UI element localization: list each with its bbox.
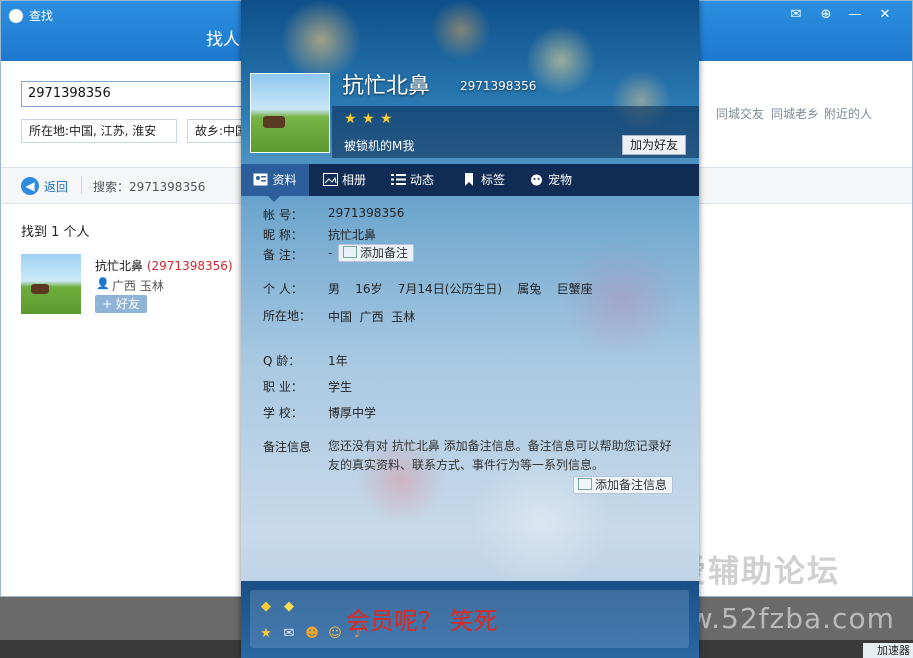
link-same-city-friends[interactable]: 同城交友 (716, 105, 764, 122)
tab-album-label: 相册 (342, 173, 367, 187)
search-query-label: 搜索：2971398356 (93, 180, 206, 194)
profile-details (241, 196, 699, 581)
remark-label: 备 注： (263, 248, 303, 262)
result-location: 广西 玉林 (112, 279, 164, 293)
link-same-city-hometown[interactable]: 同城老乡 (771, 105, 819, 122)
back-button[interactable]: 返回 (44, 178, 68, 195)
tab-album[interactable]: 相册 (323, 164, 366, 196)
feedback-icon[interactable]: ✉ (788, 7, 804, 23)
star-icon: ★ (344, 111, 357, 127)
add-remark-info-label: 添加备注信息 (595, 478, 668, 492)
note-icon (343, 246, 357, 258)
tab-pet[interactable]: 宠物 (529, 164, 572, 196)
tab-feed[interactable]: 动态 (391, 164, 434, 196)
note-icon (578, 478, 592, 490)
add-remark-button[interactable]: 添加备注 (338, 244, 415, 262)
location-select[interactable]: 所在地:中国, 江苏, 淮安 (21, 119, 177, 143)
profile-avatar[interactable] (250, 73, 330, 153)
pet-icon (529, 166, 544, 186)
hometown-select[interactable]: 故乡:中国 (187, 119, 243, 143)
location-select-value: 所在地:中国, 江苏, 淮安 (29, 124, 157, 138)
account-value: 2971398356 (328, 206, 405, 220)
school-value: 博厚中学 (328, 406, 377, 420)
back-arrow-icon[interactable]: ◀ (21, 177, 39, 195)
tab-feed-label: 动态 (410, 173, 435, 187)
remark-info-description: 您还没有对 抗忙北鼻 添加备注信息。备注信息可以帮助您记录好友的真实资料、联系方… (328, 439, 672, 472)
profile-header: 抗忙北鼻 2971398356 ★ ★ ★ 被锁机的M我 加为好友 (241, 0, 699, 164)
nickname-value: 抗忙北鼻 (328, 228, 377, 242)
mail-icon[interactable]: ✉ (282, 627, 296, 641)
profile-qq-number: 2971398356 (460, 79, 537, 93)
tab-info-label: 资料 (272, 173, 297, 187)
search-input[interactable]: 2971398356 (21, 81, 251, 107)
result-nickname: 抗忙北鼻 (95, 259, 144, 273)
minimize-button[interactable]: — (847, 7, 863, 23)
hometown-select-value: 故乡:中国 (195, 124, 243, 138)
account-label: 帐 号： (263, 208, 303, 222)
remark-info-label: 备注信息 (263, 440, 312, 454)
job-value: 学生 (328, 380, 353, 394)
close-button[interactable]: ✕ (877, 7, 893, 23)
qq-logo-icon (9, 9, 23, 23)
location-value: 中国 广西 玉林 (328, 310, 416, 324)
add-as-friend-button[interactable]: 加为好友 (622, 135, 686, 155)
id-card-icon (253, 166, 268, 186)
photo-icon (323, 166, 338, 186)
star-icon: ★ (380, 111, 393, 127)
diamond-icon[interactable]: ◆ (259, 600, 273, 614)
result-count: 找到 1 个人 (21, 225, 90, 240)
add-remark-label: 添加备注 (360, 246, 409, 260)
personal-value: 男 16岁 7月14日(公历生日) 属兔 巨蟹座 (328, 282, 593, 296)
person-icon: 👤 (96, 277, 110, 290)
job-label: 职 业： (263, 380, 303, 394)
accelerator-label[interactable]: 加速器 (863, 643, 913, 658)
personal-label: 个 人： (263, 282, 303, 296)
school-label: 学 校： (263, 406, 303, 420)
list-icon (391, 166, 406, 185)
diamond-icon[interactable]: ◆ (282, 600, 296, 614)
tab-tags-label: 标签 (481, 173, 506, 187)
star-icon: ★ (362, 111, 375, 127)
result-name[interactable]: 抗忙北鼻 (2971398356) (95, 257, 233, 274)
link-nearby-people[interactable]: 附近的人 (824, 105, 872, 122)
result-qq-number: (2971398356) (146, 259, 233, 273)
q-age-value: 1年 (328, 354, 348, 368)
profile-name: 抗忙北鼻 (342, 74, 431, 99)
profile-card: 抗忙北鼻 2971398356 ★ ★ ★ 被锁机的M我 加为好友 资料 相册 … (241, 0, 699, 658)
pet-icon[interactable]: ☺ (328, 627, 342, 641)
profile-tabs: 资料 相册 动态 标签 宠物 (241, 164, 699, 196)
remark-value: - (328, 246, 333, 260)
skin-icon[interactable]: ⊕ (818, 7, 834, 23)
game-icon[interactable]: ☻ (305, 627, 319, 641)
location-label: 所在地： (263, 309, 312, 323)
star-icon[interactable]: ★ (259, 627, 273, 641)
tab-info[interactable]: 资料 (241, 164, 309, 196)
overlay-caption: 会员呢？ 笑死 (346, 607, 498, 635)
tab-tags[interactable]: 标签 (462, 164, 505, 196)
tab-find-people[interactable]: 找人 (206, 25, 240, 50)
add-friend-button[interactable]: + 好友 (95, 295, 147, 313)
nickname-label: 昵 称： (263, 228, 303, 242)
profile-signature: 被锁机的M我 (344, 139, 415, 153)
divider (81, 176, 82, 194)
add-remark-info-button[interactable]: 添加备注信息 (573, 476, 674, 494)
avatar[interactable] (21, 254, 81, 314)
bookmark-icon (462, 166, 477, 186)
window-title: 查找 (29, 9, 54, 23)
q-age-label: Q 龄： (263, 354, 301, 368)
tab-pet-label: 宠物 (548, 173, 573, 187)
